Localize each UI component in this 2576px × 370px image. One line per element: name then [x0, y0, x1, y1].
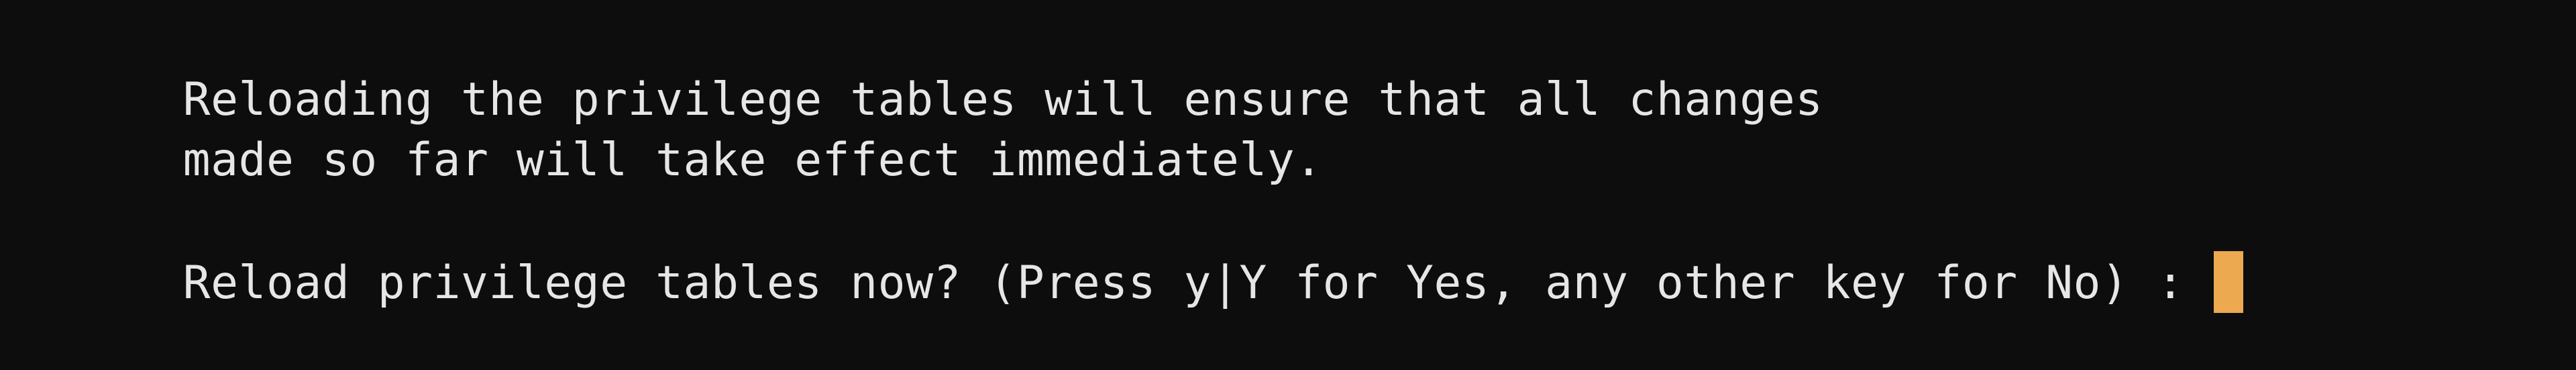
block-cursor-icon[interactable]: [2213, 251, 2243, 313]
terminal-line-prompt[interactable]: Reload privilege tables now? (Press y|Y …: [16, 191, 2576, 313]
prompt-text: Reload privilege tables now? (Press y|Y …: [182, 257, 2212, 310]
terminal-line-info-1: Reloading the privilege tables will ensu…: [16, 9, 2576, 126]
info-text-line-1: Reloading the privilege tables will ensu…: [182, 73, 1823, 126]
terminal-screen[interactable]: Reloading the privilege tables will ensu…: [16, 9, 2576, 370]
info-text-line-2: made so far will take effect immediately…: [182, 134, 1323, 187]
terminal-window[interactable]: Reloading the privilege tables will ensu…: [0, 0, 2576, 370]
